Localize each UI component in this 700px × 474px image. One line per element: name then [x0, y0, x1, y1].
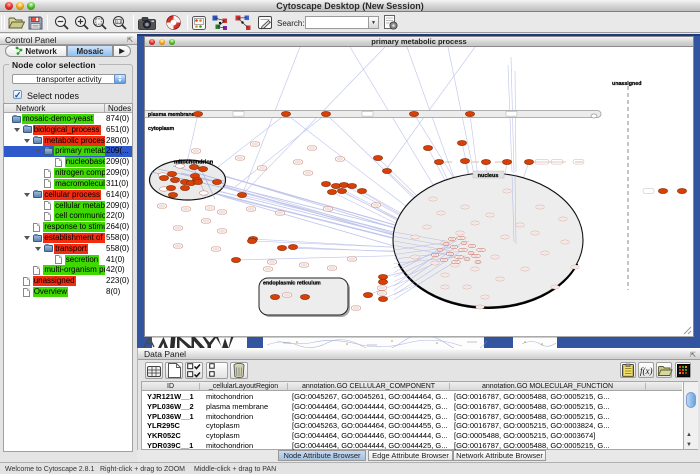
svg-text:nucleus: nucleus	[478, 173, 499, 179]
svg-text:endoplasmic reticulum: endoplasmic reticulum	[263, 281, 321, 287]
svg-text:cytoplasm: cytoplasm	[148, 126, 174, 132]
svg-text:1:1: 1:1	[116, 20, 121, 24]
svg-text:plasma membrane: plasma membrane	[148, 112, 195, 118]
svg-text:f(x): f(x)	[640, 366, 653, 376]
svg-text:unassigned: unassigned	[612, 81, 641, 87]
